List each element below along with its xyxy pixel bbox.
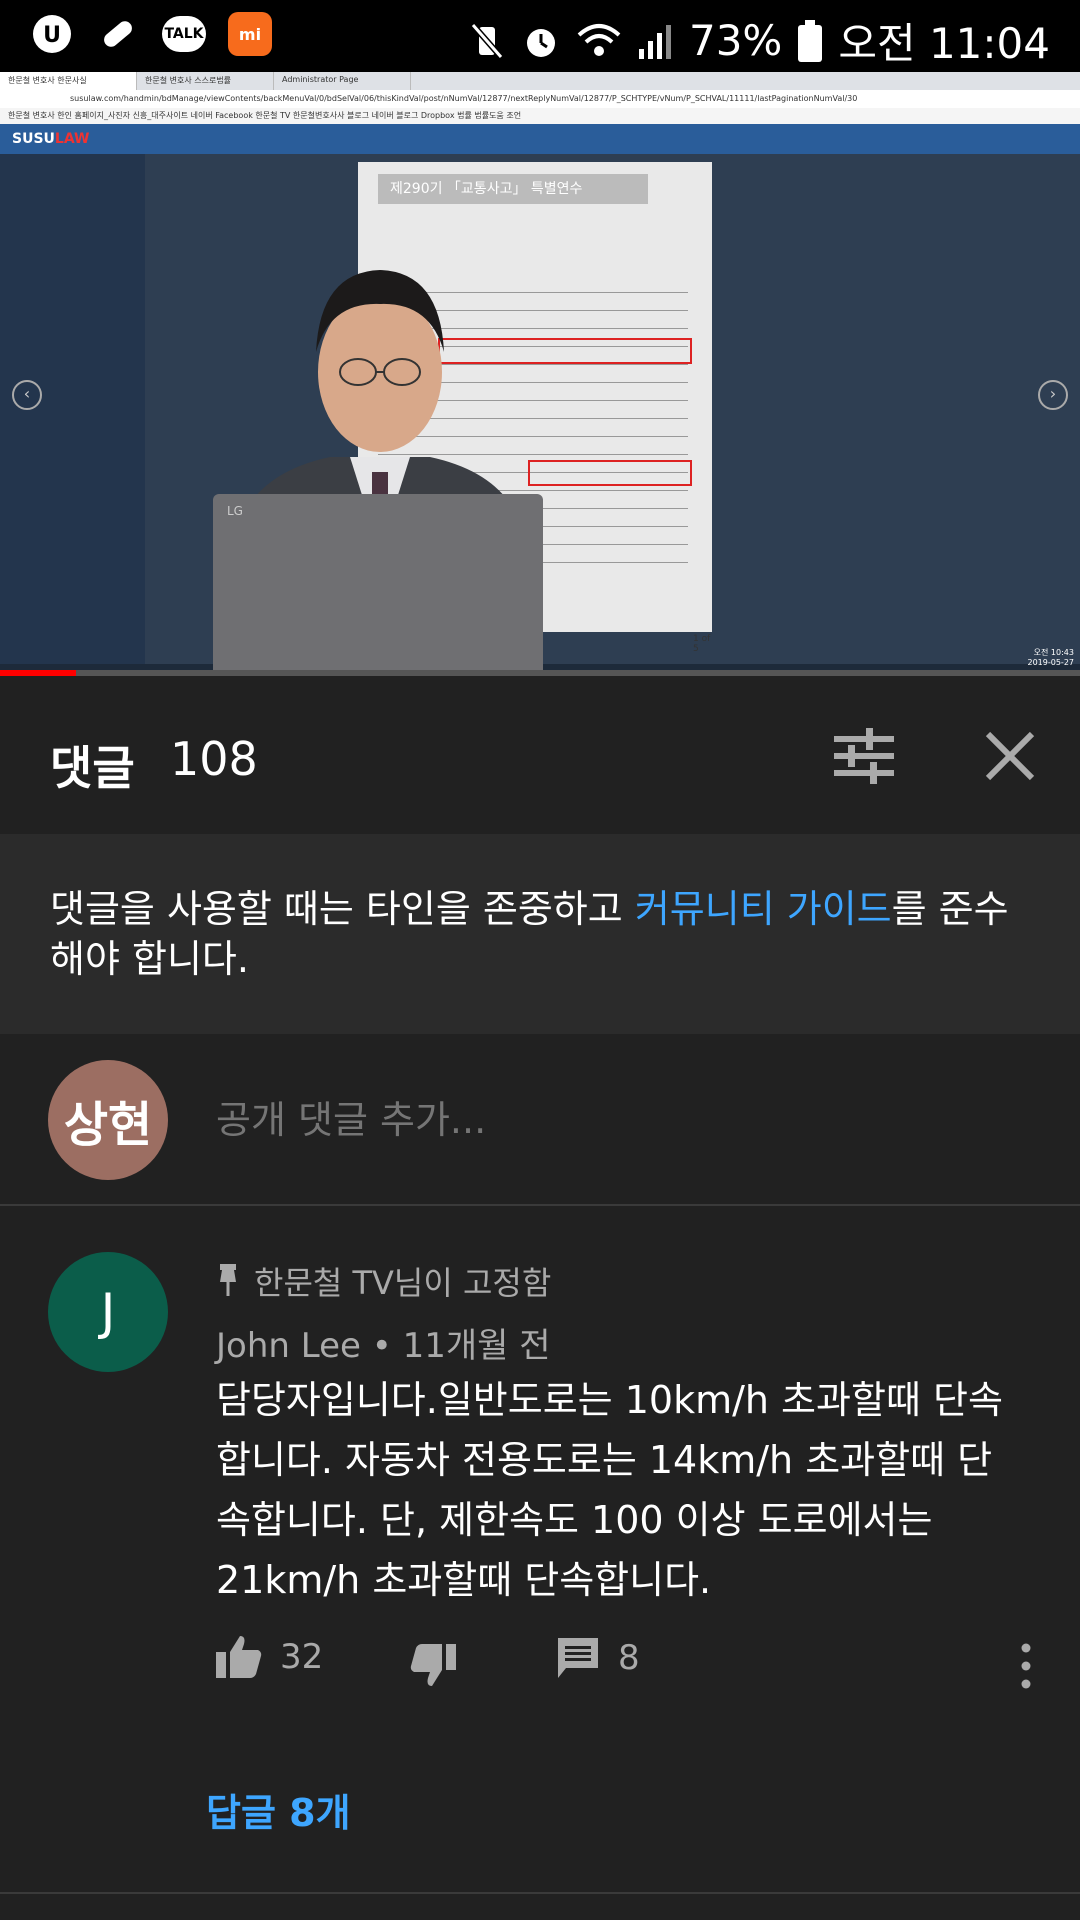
pinned-label: 한문철 TV님이 고정함 [216,1258,551,1304]
comment-meta: John Lee • 11개월 전 [216,1326,551,1366]
browser-tab: 한문철 변호사 스스로법률 [137,72,274,90]
video-clock-time: 오전 10:43 [1033,648,1074,657]
browser-tab-strip: 한문철 변호사 한문사실 한문철 변호사 스스로법률 Administrator… [0,72,1080,90]
signal-icon [638,24,671,59]
pinned-text: 한문철 TV님이 고정함 [254,1264,552,1302]
avatar: 상현 [48,1060,168,1180]
dislike-button[interactable] [410,1644,456,1686]
avatar[interactable]: J [48,1252,168,1372]
comment-time: 11개월 전 [402,1326,551,1366]
notification-icons: U TALK mi [30,12,272,56]
wifi-icon [577,23,621,56]
vibrate-mute-icon [470,22,504,59]
browser-bookmarks: 한문철 변호사 한인 홈페이지_사진자 신흥_대주사이트 네이버 Faceboo… [0,108,1080,124]
battery-icon [798,19,823,62]
community-guidelines-link[interactable]: 커뮤니티 가이드 [635,887,892,931]
add-comment-row: 상현 [0,1034,1080,1206]
reply-count: 8 [618,1638,640,1678]
like-button[interactable]: 32 [216,1636,323,1678]
pin-icon [220,1264,236,1296]
sort-filter-icon[interactable] [834,728,894,784]
mi-app-icon: mi [228,12,272,56]
comments-count: 108 [170,732,258,786]
site-logo: SUSULAW [12,131,89,147]
document-page-indicator: 1 of 5 [693,634,711,654]
video-player[interactable]: 한문철 변호사 한문사실 한문철 변호사 스스로법률 Administrator… [0,72,1080,676]
comment-text: 담당자입니다.일반도로는 10km/h 초과할때 단속합니다. 자동차 전용도로… [216,1378,1003,1602]
site-logo-text: SUSU [12,131,55,147]
thumbs-down-icon [410,1644,456,1686]
clock: 오전 11:04 [838,19,1050,68]
site-navbar: SUSULAW [0,124,1080,154]
chevron-right-icon: › [1038,380,1068,410]
like-count: 32 [280,1637,324,1677]
site-logo-accent: LAW [54,131,90,147]
battery-percent: 73% [688,16,783,65]
pill-icon [96,12,140,56]
comments-header: 댓글 108 [0,676,1080,834]
u-plus-icon: U [30,12,74,56]
community-guideline-notice: 댓글을 사용할 때는 타인을 존중하고 커뮤니티 가이드를 준수해야 합니다. [0,834,1080,1034]
comment-item: J 한문철 TV님이 고정함 John Lee • 11개월 전 담당자입니다.… [0,1206,1080,1896]
close-icon[interactable] [982,728,1038,784]
browser-tab: 한문철 변호사 한문사실 [0,72,137,90]
add-comment-input[interactable] [216,1092,1016,1148]
laptop: LG [213,494,543,674]
highlight-box [528,460,692,486]
chevron-left-icon: ‹ [12,380,42,410]
divider [0,1892,1080,1894]
document-title: 제290기 「교통사고」 특별연수 [378,174,648,204]
video-clock: 오전 10:43 2019-05-27 [1028,648,1075,668]
browser-tab: Administrator Page [274,72,411,90]
video-clock-date: 2019-05-27 [1027,658,1075,667]
comment-author[interactable]: John Lee [216,1326,361,1366]
more-vert-icon[interactable] [1016,1642,1036,1690]
laptop-brand: LG [227,504,243,518]
reply-button[interactable]: 8 [556,1636,640,1680]
system-icons: 73% 오전 11:04 [469,10,1050,71]
guideline-text-before: 댓글을 사용할 때는 타인을 존중하고 [50,887,635,931]
comment-icon [558,1638,598,1678]
alarm-icon [526,28,555,57]
kakaotalk-icon: TALK [162,16,206,52]
comment-actions: 32 8 [216,1636,1036,1696]
thumbs-up-icon [216,1636,262,1678]
status-bar: U TALK mi 73% 오전 11:04 [0,0,1080,72]
browser-address-bar: susulaw.com/handmin/bdManage/viewContent… [0,90,1080,108]
comments-title: 댓글 [50,741,135,795]
svg-text:U: U [43,23,61,48]
guideline-text: 댓글을 사용할 때는 타인을 존중하고 커뮤니티 가이드를 준수해야 합니다. [50,884,1030,984]
view-replies-button[interactable]: 답글 8개 [206,1782,351,1837]
